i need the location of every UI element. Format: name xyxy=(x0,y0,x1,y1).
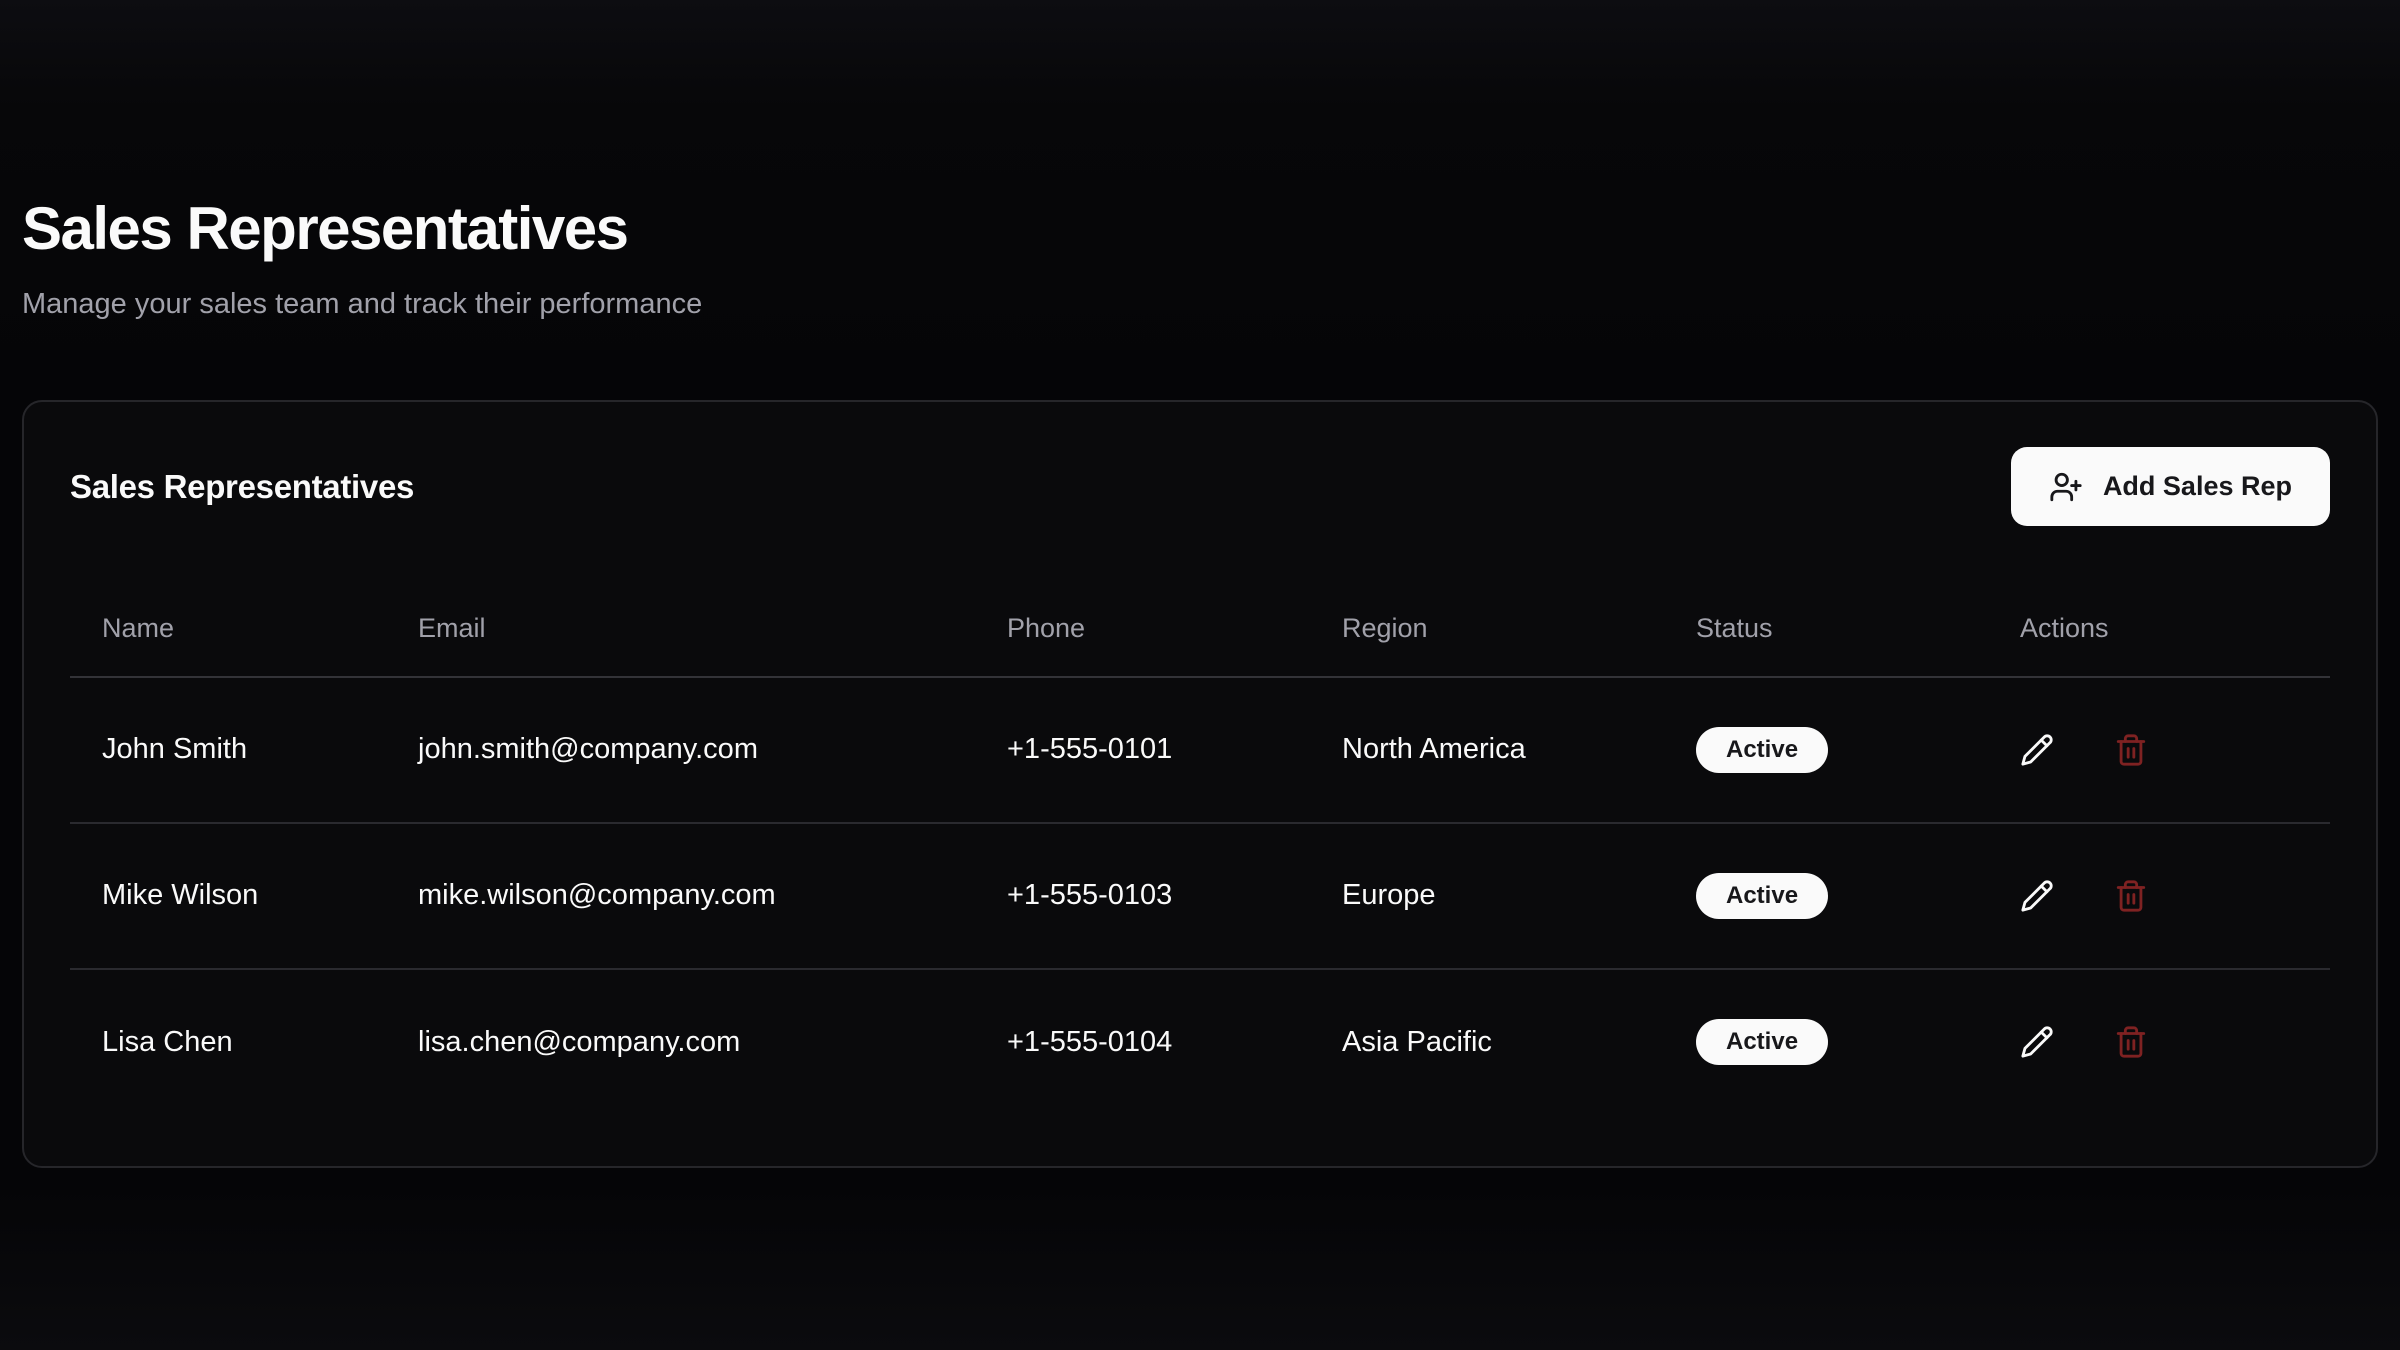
user-plus-icon xyxy=(2049,470,2083,504)
pencil-icon xyxy=(2020,1025,2054,1059)
column-header-actions: Actions xyxy=(1988,582,2330,677)
actions-cell xyxy=(1988,969,2330,1115)
actions-cell xyxy=(1988,677,2330,823)
status-badge: Active xyxy=(1696,1019,1828,1065)
status-cell: Active xyxy=(1664,677,1988,823)
status-badge: Active xyxy=(1696,873,1828,919)
name-cell: John Smith xyxy=(70,677,386,823)
edit-button[interactable] xyxy=(2020,1025,2054,1059)
table-header-row: Name Email Phone Region Status Actions xyxy=(70,582,2330,677)
page-subtitle: Manage your sales team and track their p… xyxy=(22,286,2378,324)
phone-cell: +1-555-0104 xyxy=(975,969,1310,1115)
pencil-icon xyxy=(2020,733,2054,767)
column-header-region: Region xyxy=(1310,582,1664,677)
email-cell: lisa.chen@company.com xyxy=(386,969,975,1115)
edit-button[interactable] xyxy=(2020,879,2054,913)
column-header-name: Name xyxy=(70,582,386,677)
phone-cell: +1-555-0101 xyxy=(975,677,1310,823)
status-cell: Active xyxy=(1664,823,1988,969)
column-header-email: Email xyxy=(386,582,975,677)
card-title: Sales Representatives xyxy=(70,468,414,506)
email-cell: john.smith@company.com xyxy=(386,677,975,823)
delete-button[interactable] xyxy=(2114,879,2148,913)
status-cell: Active xyxy=(1664,969,1988,1115)
region-cell: Asia Pacific xyxy=(1310,969,1664,1115)
table-row: John Smith john.smith@company.com +1-555… xyxy=(70,677,2330,823)
actions-cell xyxy=(1988,823,2330,969)
sales-representatives-card: Sales Representatives Add Sales Rep xyxy=(22,400,2378,1168)
table-row: Mike Wilson mike.wilson@company.com +1-5… xyxy=(70,823,2330,969)
email-cell: mike.wilson@company.com xyxy=(386,823,975,969)
delete-button[interactable] xyxy=(2114,1025,2148,1059)
trash-icon xyxy=(2114,879,2148,913)
sales-representatives-page: Sales Representatives Manage your sales … xyxy=(0,0,2400,1168)
column-header-status: Status xyxy=(1664,582,1988,677)
add-sales-rep-button-label: Add Sales Rep xyxy=(2103,471,2292,502)
sales-reps-table: Name Email Phone Region Status Actions J… xyxy=(70,582,2330,1115)
card-header: Sales Representatives Add Sales Rep xyxy=(70,446,2330,528)
trash-icon xyxy=(2114,733,2148,767)
region-cell: North America xyxy=(1310,677,1664,823)
delete-button[interactable] xyxy=(2114,733,2148,767)
region-cell: Europe xyxy=(1310,823,1664,969)
phone-cell: +1-555-0103 xyxy=(975,823,1310,969)
name-cell: Lisa Chen xyxy=(70,969,386,1115)
status-badge: Active xyxy=(1696,727,1828,773)
table-row: Lisa Chen lisa.chen@company.com +1-555-0… xyxy=(70,969,2330,1115)
edit-button[interactable] xyxy=(2020,733,2054,767)
add-sales-rep-button[interactable]: Add Sales Rep xyxy=(2011,447,2330,526)
pencil-icon xyxy=(2020,879,2054,913)
column-header-phone: Phone xyxy=(975,582,1310,677)
name-cell: Mike Wilson xyxy=(70,823,386,969)
page-title: Sales Representatives xyxy=(22,0,2378,262)
trash-icon xyxy=(2114,1025,2148,1059)
